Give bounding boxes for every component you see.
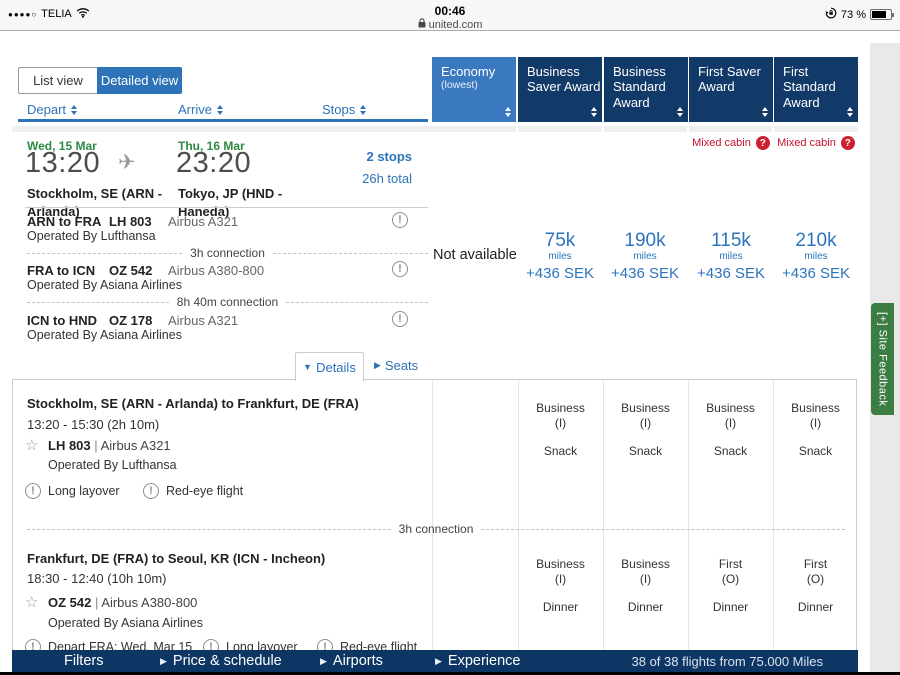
cabin-cell: Business (I) Snack [518,401,603,459]
award-price-business-saver[interactable]: 75k miles +436 SEK [518,230,602,284]
fare-column-first-saver[interactable]: First Saver Award [689,57,773,122]
sort-header-stops[interactable]: Stops [322,102,366,117]
details-card: Stockholm, SE (ARN - Arlanda) to Frankfu… [12,379,857,672]
segment-flight-no: OZ 542 [109,263,152,278]
cabin-cell: Business (I) Snack [773,401,858,459]
header-underline [18,119,428,122]
segment-aircraft: Airbus A321 [168,214,238,229]
battery-icon [870,9,892,20]
segment-route: ICN to HND [27,313,97,328]
sort-icon [505,107,511,117]
row-top-edge [12,126,858,132]
sort-icon [217,105,223,115]
fare-column-business-standard[interactable]: Business Standard Award [604,57,688,122]
tab-seats[interactable]: ▶ Seats [374,358,418,373]
segment-detail-title: Frankfurt, DE (FRA) to Seoul, KR (ICN - … [27,551,325,566]
orientation-lock-icon [825,7,837,22]
economy-not-available: Not available [433,247,517,263]
segment-detail-flight: LH 803 | Airbus A321 [48,438,171,453]
cabin-cell: First (O) Dinner [773,557,858,615]
results-summary: 38 of 38 flights from 75.000 Miles [632,650,824,672]
arrive-time: 23:20 [176,147,251,180]
mixed-cabin-indicator: Mixed cabin ? [774,136,858,150]
stops-link[interactable]: 2 stops [330,149,412,164]
ios-status-bar: ●●●●○ TELIA 00:46 united.com 73 % [0,0,900,31]
sort-icon [677,107,683,117]
star-alliance-icon: ☆ [25,593,38,611]
warning-icon[interactable]: ! [392,261,408,277]
connection-divider: 3h connection [27,522,845,536]
segment-route: ARN to FRA [27,214,101,229]
warning-long-layover: ! Long layover [25,483,120,499]
address-bar: united.com [0,18,900,31]
sort-header-arrive[interactable]: Arrive [178,102,223,117]
segment-flight-no: OZ 178 [109,313,152,328]
filter-footer-bar: Filters ▶ Price & schedule ▶ Airports ▶ … [12,650,858,672]
segment-aircraft: Airbus A321 [168,313,238,328]
sort-icon [591,107,597,117]
segment-detail-operated-by: Operated By Lufthansa [48,458,177,472]
question-icon[interactable]: ? [756,136,770,150]
depart-time: 13:20 [25,147,100,180]
footer-price-schedule[interactable]: ▶ Price & schedule [160,650,282,672]
segment-operated-by: Operated By Lufthansa [27,229,156,243]
domain-text: united.com [429,19,483,31]
sort-icon [360,105,366,115]
warning-icon[interactable]: ! [25,483,41,499]
fare-column-business-saver[interactable]: Business Saver Award [518,57,602,122]
fare-column-economy[interactable]: Economy (lowest) [432,57,516,122]
fare-column-first-standard[interactable]: First Standard Award [774,57,858,122]
segment-detail-times: 18:30 - 12:40 (10h 10m) [27,571,166,586]
award-price-first-standard[interactable]: 210k miles +436 SEK [774,230,858,284]
divider [25,207,428,208]
award-price-business-standard[interactable]: 190k miles +436 SEK [603,230,687,284]
cabin-cell: Business (I) Dinner [518,557,603,615]
chevron-right-icon: ▶ [435,656,442,667]
question-icon[interactable]: ? [841,136,855,150]
clock: 00:46 [0,4,900,18]
award-price-first-saver[interactable]: 115k miles +436 SEK [689,230,773,284]
warning-icon[interactable]: ! [392,311,408,327]
sort-icon [847,107,853,117]
segment-detail-title: Stockholm, SE (ARN - Arlanda) to Frankfu… [27,396,359,411]
total-duration: 26h total [330,171,412,186]
footer-airports[interactable]: ▶ Airports [320,650,383,672]
detailed-view-button[interactable]: Detailed view [97,67,182,94]
site-feedback-tab[interactable]: [+] Site Feedback [871,303,894,415]
cabin-cell: First (O) Dinner [688,557,773,615]
connection-divider: 3h connection [27,246,428,260]
segment-detail-operated-by: Operated By Asiana Airlines [48,616,203,630]
chevron-right-icon: ▶ [374,360,381,371]
chevron-right-icon: ▶ [320,656,327,667]
lock-icon [418,18,426,31]
cabin-cell: Business (I) Snack [603,401,688,459]
segment-route: FRA to ICN [27,263,95,278]
connection-divider: 8h 40m connection [27,295,428,309]
battery-percent: 73 % [841,9,866,21]
chevron-down-icon: ▼ [303,362,312,372]
footer-filters[interactable]: Filters [64,650,103,672]
sort-icon [762,107,768,117]
chevron-right-icon: ▶ [160,656,167,667]
plane-icon: ✈ [118,150,136,175]
segment-aircraft: Airbus A380-800 [168,263,264,278]
tab-details[interactable]: ▼ Details [295,352,364,381]
warning-red-eye: ! Red-eye flight [143,483,243,499]
footer-experience[interactable]: ▶ Experience [435,650,520,672]
segment-detail-flight: OZ 542 | Airbus A380-800 [48,595,197,610]
mixed-cabin-indicator: Mixed cabin ? [689,136,773,150]
cabin-cell: Business (I) Dinner [603,557,688,615]
cabin-cell: Business (I) Snack [688,401,773,459]
segment-operated-by: Operated By Asiana Airlines [27,278,182,292]
sort-header-depart[interactable]: Depart [27,102,77,117]
battery-info: 73 % [825,7,892,22]
segment-operated-by: Operated By Asiana Airlines [27,328,182,342]
segment-flight-no: LH 803 [109,214,152,229]
segment-detail-times: 13:20 - 15:30 (2h 10m) [27,417,159,432]
warning-icon[interactable]: ! [392,212,408,228]
star-alliance-icon: ☆ [25,436,38,454]
warning-icon[interactable]: ! [143,483,159,499]
sort-icon [71,105,77,115]
list-view-button[interactable]: List view [18,67,98,94]
